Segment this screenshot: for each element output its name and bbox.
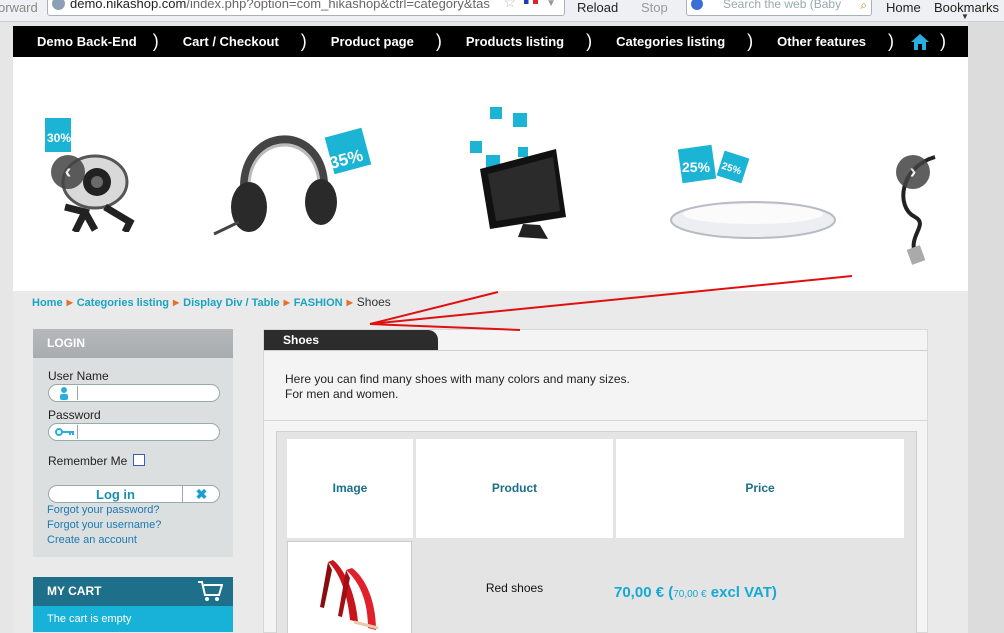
nav-demo-back-end[interactable]: Demo Back-End bbox=[13, 26, 158, 57]
password-input[interactable] bbox=[48, 423, 220, 441]
breadcrumb-display-div-table[interactable]: Display Div / Table bbox=[183, 297, 279, 309]
price-main: 70,00 € bbox=[614, 584, 665, 601]
product-price: 70,00 € (70,00 € excl VAT) bbox=[614, 584, 777, 601]
chevron-down-icon: ▼ bbox=[961, 12, 969, 21]
breadcrumb-fashion[interactable]: FASHION bbox=[294, 297, 343, 309]
section-divider bbox=[264, 420, 927, 421]
page-scrollbar[interactable] bbox=[968, 22, 1004, 633]
chevron-right-icon: ▶ bbox=[66, 298, 73, 307]
forward-button[interactable]: orward bbox=[0, 0, 38, 15]
tab-divider bbox=[264, 350, 927, 351]
address-bar[interactable]: demo.nikashop.com/index.php?option=com_h… bbox=[47, 0, 565, 16]
breadcrumb-home[interactable]: Home bbox=[32, 297, 63, 309]
login-button[interactable]: Log in ✖ bbox=[48, 485, 220, 503]
create-account-link[interactable]: Create an account bbox=[47, 534, 137, 546]
category-description: Here you can find many shoes with many c… bbox=[285, 372, 630, 402]
cart-status: The cart is empty bbox=[33, 606, 233, 632]
column-header-image[interactable]: Image bbox=[287, 439, 413, 538]
column-header-product[interactable]: Product bbox=[416, 439, 613, 538]
description-line: For men and women. bbox=[285, 387, 399, 401]
column-header-price[interactable]: Price bbox=[616, 439, 904, 538]
badge-text: 25% bbox=[682, 159, 711, 175]
search-icon[interactable]: ⌕ bbox=[860, 0, 867, 14]
user-icon bbox=[52, 386, 78, 400]
product-slider: 30% 35% 25% 25% ‹ › bbox=[13, 57, 968, 291]
stop-button[interactable]: Stop bbox=[641, 0, 668, 15]
password-label: Password bbox=[48, 408, 101, 422]
username-input[interactable] bbox=[48, 384, 220, 402]
breadcrumb-categories-listing[interactable]: Categories listing bbox=[77, 297, 169, 309]
red-shoe-image bbox=[320, 560, 379, 630]
language-flag-icon[interactable] bbox=[524, 0, 538, 4]
category-panel: Shoes Here you can find many shoes with … bbox=[263, 329, 928, 633]
login-module: LOGIN User Name Password Remember Me Log… bbox=[33, 329, 233, 557]
key-icon bbox=[52, 425, 78, 439]
cart-icon bbox=[198, 581, 223, 601]
description-line: Here you can find many shoes with many c… bbox=[285, 372, 630, 386]
forgot-password-link[interactable]: Forgot your password? bbox=[47, 504, 160, 516]
slider-next-button[interactable]: › bbox=[896, 155, 930, 189]
browser-home-button[interactable]: Home bbox=[886, 0, 921, 15]
cart-title: MY CART bbox=[47, 584, 102, 598]
nav-products-listing[interactable]: Products listing bbox=[436, 26, 592, 57]
product-table: Image Product Price Red shoes 70,00 € (7… bbox=[276, 431, 917, 633]
category-title: Shoes bbox=[264, 330, 438, 350]
nav-home[interactable] bbox=[888, 26, 948, 57]
chevron-right-icon: ▶ bbox=[173, 298, 180, 307]
forgot-username-link[interactable]: Forgot your username? bbox=[47, 519, 161, 531]
price-excl-value: 70,00 € bbox=[673, 589, 707, 600]
nav-other-features[interactable]: Other features bbox=[747, 26, 894, 57]
url-host: demo.nikashop.com bbox=[70, 0, 187, 11]
url-path: /index.php?option=com_hikashop&ctrl=cate… bbox=[186, 0, 490, 11]
search-placeholder: Search the web (Baby bbox=[723, 0, 842, 11]
remember-me-label: Remember Me bbox=[48, 454, 128, 468]
browser-toolbar: orward demo.nikashop.com/index.php?optio… bbox=[0, 0, 1004, 22]
remember-me-checkbox[interactable] bbox=[133, 454, 145, 466]
cart-header: MY CART bbox=[33, 577, 233, 606]
username-label: User Name bbox=[48, 369, 109, 383]
login-button-label: Log in bbox=[96, 487, 135, 502]
product-thumbnail[interactable] bbox=[287, 541, 412, 633]
login-title: LOGIN bbox=[33, 329, 233, 358]
chevron-right-icon: ▶ bbox=[283, 298, 290, 307]
mouse-image[interactable]: 25% 25% bbox=[668, 142, 843, 242]
badge-text: 30% bbox=[47, 131, 71, 145]
search-engine-icon[interactable] bbox=[691, 0, 703, 10]
chevron-right-icon: ▶ bbox=[346, 298, 353, 307]
cart-module: MY CART The cart is empty bbox=[33, 577, 233, 632]
home-icon bbox=[911, 33, 930, 50]
nav-cart-checkout[interactable]: Cart / Checkout bbox=[153, 26, 307, 57]
product-name[interactable]: Red shoes bbox=[416, 541, 613, 633]
bookmark-star-icon[interactable]: ☆ bbox=[503, 0, 516, 11]
monitor-image[interactable] bbox=[468, 99, 578, 239]
headphones-image[interactable]: 35% bbox=[209, 112, 379, 242]
price-vat-label: excl VAT) bbox=[710, 584, 777, 601]
breadcrumb-current: Shoes bbox=[356, 295, 391, 309]
nav-product-page[interactable]: Product page bbox=[301, 26, 442, 57]
site-icon bbox=[52, 0, 65, 10]
slider-prev-button[interactable]: ‹ bbox=[51, 155, 85, 189]
reload-button[interactable]: Reload bbox=[577, 0, 618, 15]
breadcrumb: Home ▶ Categories listing ▶ Display Div / Ta… bbox=[32, 295, 391, 309]
chevron-down-icon[interactable]: ▼ bbox=[546, 0, 556, 13]
top-navigation: Demo Back-End Cart / Checkout Product pa… bbox=[13, 26, 968, 57]
web-search-input[interactable]: Search the web (Baby ⌕ bbox=[686, 0, 872, 16]
close-icon[interactable]: ✖ bbox=[182, 486, 220, 502]
nav-categories-listing[interactable]: Categories listing bbox=[586, 26, 753, 57]
